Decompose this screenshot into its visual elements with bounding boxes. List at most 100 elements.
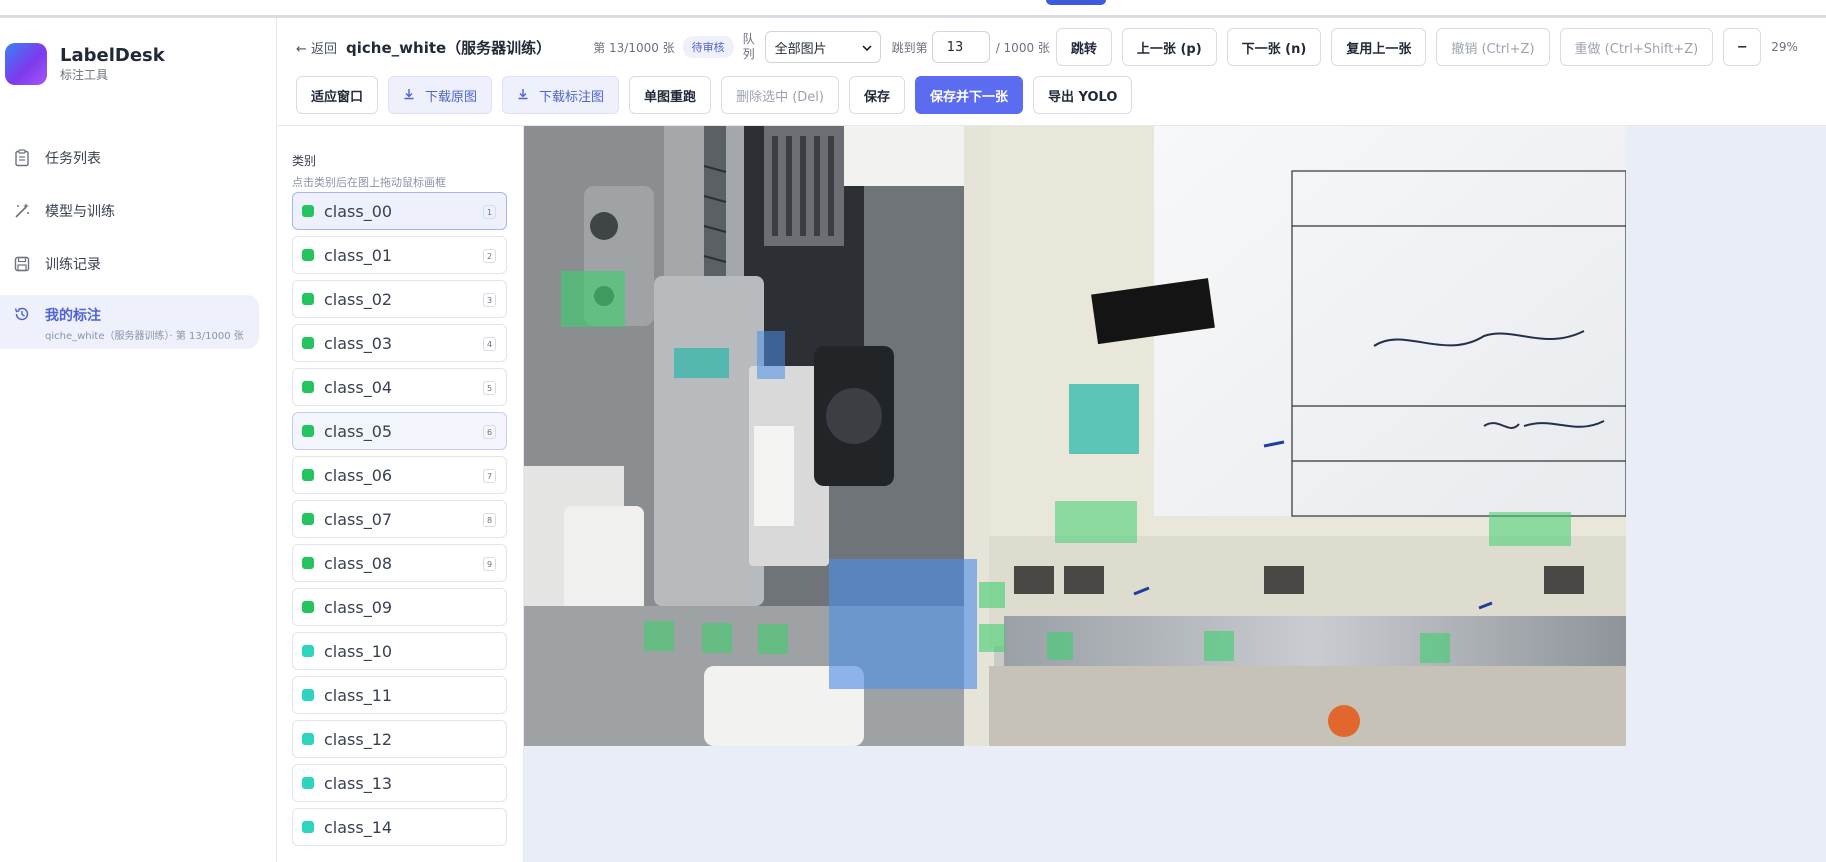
- class-item-class-13[interactable]: class_13: [292, 764, 507, 802]
- download-original-label: 下载原图: [425, 89, 478, 105]
- annotation-box[interactable]: [561, 271, 625, 327]
- annotation-box[interactable]: [757, 331, 785, 379]
- class-color-swatch: [302, 381, 314, 393]
- jump-button[interactable]: 跳转: [1055, 28, 1112, 66]
- next-button[interactable]: 下一张 (n): [1226, 28, 1322, 66]
- download-annotated-button[interactable]: 下载标注图: [502, 76, 620, 114]
- total-count: / 1000 张: [995, 40, 1050, 55]
- sidebar-item-label: 模型与训练: [45, 204, 115, 220]
- rerun-single-button[interactable]: 单图重跑: [629, 76, 712, 114]
- class-item-class-09[interactable]: class_09: [292, 588, 507, 626]
- zoom-out-button[interactable]: −: [1723, 28, 1762, 66]
- annotation-box[interactable]: [1047, 632, 1073, 660]
- class-color-swatch: [302, 425, 314, 437]
- class-item-class-05[interactable]: class_05 6: [292, 412, 507, 450]
- jump-label: 跳到第: [891, 40, 928, 55]
- class-color-swatch: [302, 513, 314, 525]
- delete-selected-button[interactable]: 删除选中 (Del): [721, 76, 839, 114]
- brand[interactable]: LabelDesk 标注工具: [5, 43, 165, 85]
- sidebar: LabelDesk 标注工具 任务列表 模型与训练 训练记录 我的标注 qich…: [0, 18, 277, 862]
- class-panel: 类别 点击类别后在图上拖动鼠标画框 class_00 1 class_01 2 clas…: [278, 126, 524, 862]
- download-annotated-label: 下载标注图: [539, 89, 605, 105]
- class-item-class-06[interactable]: class_06 7: [292, 456, 507, 494]
- class-name: class_08: [324, 553, 393, 573]
- app-name: LabelDesk: [60, 45, 165, 66]
- class-panel-hint: 点击类别后在图上拖动鼠标画框: [292, 176, 446, 189]
- class-item-class-11[interactable]: class_11: [292, 676, 507, 714]
- class-name: class_03: [324, 333, 393, 353]
- sidebar-item-sub: qiche_white（服务器训练）· 第 13/1000 张: [45, 331, 244, 342]
- annotation-canvas[interactable]: [524, 126, 1826, 862]
- status-badge: 待审核: [682, 36, 734, 58]
- class-color-swatch: [302, 689, 314, 701]
- annotation-box[interactable]: [644, 621, 674, 651]
- class-item-class-12[interactable]: class_12: [292, 720, 507, 758]
- sidebar-item-label: 任务列表: [45, 151, 101, 167]
- class-item-class-08[interactable]: class_08 9: [292, 544, 507, 582]
- annotated-image[interactable]: [524, 126, 1626, 746]
- class-name: class_10: [324, 641, 393, 661]
- image-count: 第 13/1000 张: [593, 40, 675, 55]
- redo-button[interactable]: 重做 (Ctrl+Shift+Z): [1559, 28, 1714, 66]
- class-item-class-03[interactable]: class_03 4: [292, 324, 507, 362]
- class-name: class_02: [324, 289, 393, 309]
- class-shortcut-key: 4: [483, 337, 496, 351]
- class-color-swatch: [302, 645, 314, 657]
- download-original-button[interactable]: 下载原图: [388, 76, 493, 114]
- sidebar-item-label: 训练记录: [45, 257, 101, 273]
- class-color-swatch: [302, 469, 314, 481]
- sidebar-item-training-records[interactable]: 训练记录: [0, 242, 259, 286]
- class-color-swatch: [302, 733, 314, 745]
- clipboard-icon: [13, 149, 31, 167]
- jump-input[interactable]: 13: [931, 31, 990, 63]
- class-shortcut-key: 7: [483, 469, 496, 483]
- export-yolo-button[interactable]: 导出 YOLO: [1033, 76, 1133, 114]
- annotation-box[interactable]: [979, 582, 1005, 608]
- class-shortcut-key: 8: [483, 513, 496, 527]
- class-item-class-00[interactable]: class_00 1: [292, 192, 507, 230]
- prev-button[interactable]: 上一张 (p): [1121, 28, 1217, 66]
- class-name: class_01: [324, 245, 393, 265]
- class-shortcut-key: 2: [483, 249, 496, 263]
- back-link[interactable]: ← 返回: [296, 38, 337, 57]
- class-name: class_11: [324, 685, 393, 705]
- reuse-previous-button[interactable]: 复用上一张: [1331, 28, 1427, 66]
- fit-window-button[interactable]: 适应窗口: [296, 76, 379, 114]
- top-strip: [0, 0, 1826, 18]
- zoom-level: 29%: [1771, 40, 1798, 54]
- annotation-box[interactable]: [1055, 501, 1137, 543]
- annotation-box[interactable]: [1489, 512, 1571, 546]
- sidebar-item-my-annotations[interactable]: 我的标注 qiche_white（服务器训练）· 第 13/1000 张: [0, 295, 259, 349]
- sidebar-item-tasks[interactable]: 任务列表: [0, 136, 259, 180]
- history-icon: [13, 305, 31, 323]
- class-shortcut-key: 6: [483, 425, 496, 439]
- class-color-swatch: [302, 249, 314, 261]
- queue-select[interactable]: 全部图片: [764, 31, 881, 63]
- class-item-class-02[interactable]: class_02 3: [292, 280, 507, 318]
- class-shortcut-key: 5: [483, 381, 496, 395]
- sidebar-item-models[interactable]: 模型与训练: [0, 189, 259, 233]
- annotation-box[interactable]: [702, 623, 732, 653]
- annotation-box[interactable]: [1204, 631, 1234, 661]
- annotation-box[interactable]: [758, 624, 788, 654]
- annotation-box[interactable]: [1420, 633, 1450, 663]
- annotation-box[interactable]: [674, 348, 729, 378]
- class-item-class-01[interactable]: class_01 2: [292, 236, 507, 274]
- class-shortcut-key: 1: [483, 205, 496, 219]
- save-next-button[interactable]: 保存并下一张: [914, 76, 1023, 114]
- save-button[interactable]: 保存: [848, 76, 905, 114]
- annotation-box[interactable]: [1069, 384, 1139, 454]
- class-item-class-04[interactable]: class_04 5: [292, 368, 507, 406]
- class-panel-title: 类别: [292, 154, 317, 168]
- class-item-class-14[interactable]: class_14: [292, 808, 507, 846]
- class-item-class-07[interactable]: class_07 8: [292, 500, 507, 538]
- class-name: class_00: [324, 201, 393, 221]
- queue-select-value: 全部图片: [774, 41, 827, 57]
- class-item-class-10[interactable]: class_10: [292, 632, 507, 670]
- annotation-box[interactable]: [979, 624, 1005, 652]
- annotation-box[interactable]: [829, 559, 977, 689]
- class-color-swatch: [302, 821, 314, 833]
- undo-button[interactable]: 撤销 (Ctrl+Z): [1436, 28, 1550, 66]
- class-name: class_13: [324, 773, 393, 793]
- toolbar-row-2: 适应窗口 下载原图 下载标注图 单图重跑 删除选中 (Del) 保存 保存并下一…: [296, 75, 1141, 115]
